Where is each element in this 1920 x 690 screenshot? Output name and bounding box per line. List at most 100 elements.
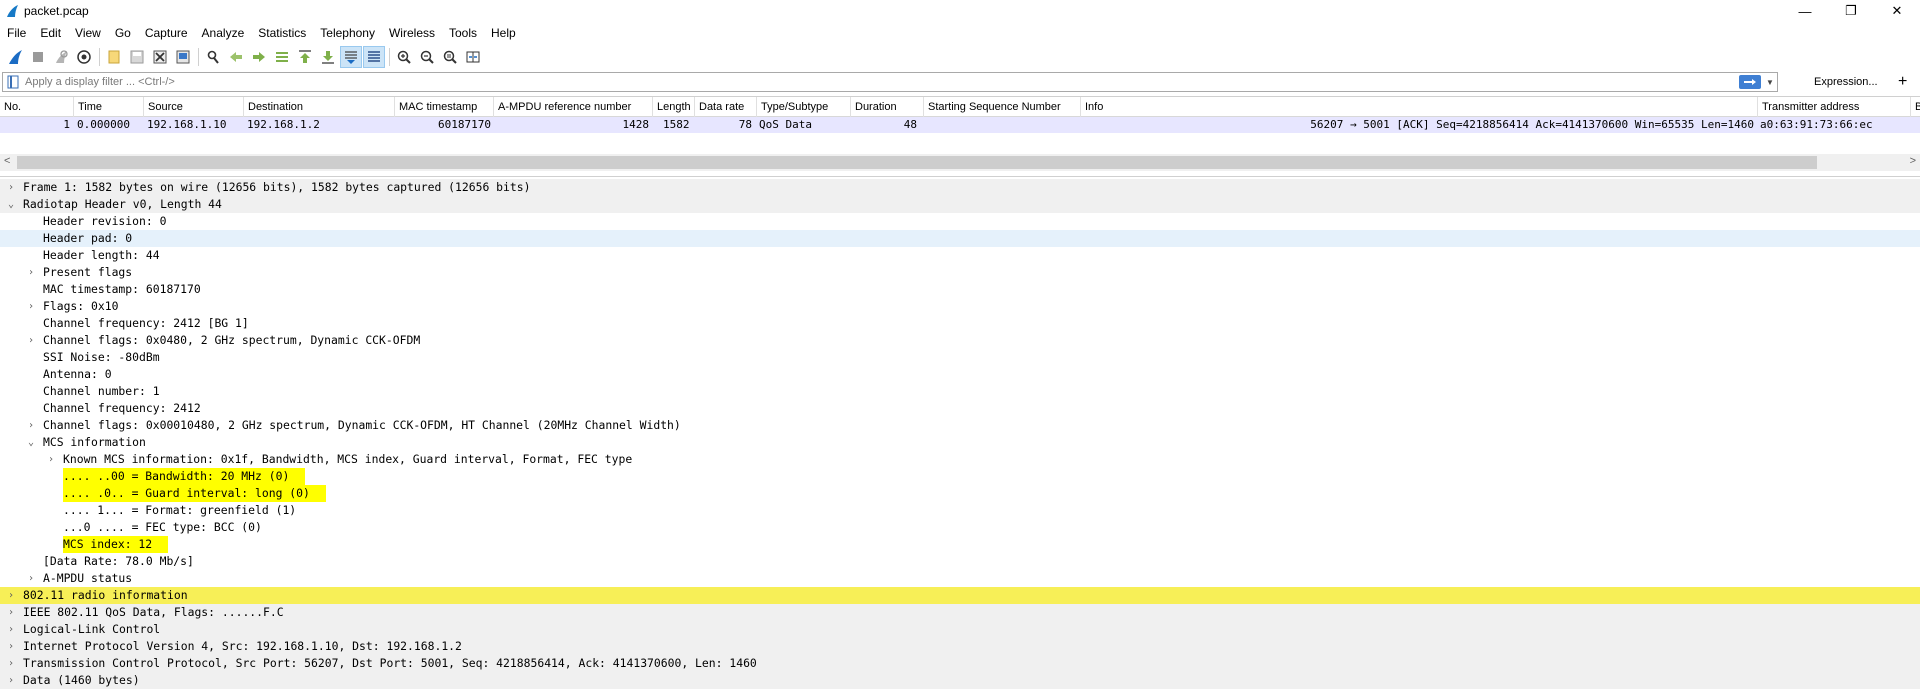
column-header-time[interactable]: Time <box>74 97 144 117</box>
collapsed-chevron-icon[interactable]: › <box>26 264 36 281</box>
save-file-icon[interactable] <box>126 46 148 68</box>
column-header-source[interactable]: Source <box>144 97 244 117</box>
tree-row[interactable]: ⌄ MCS information <box>0 434 1920 451</box>
find-packet-icon[interactable] <box>202 46 224 68</box>
collapsed-chevron-icon[interactable]: › <box>6 179 16 196</box>
tree-row[interactable]: Channel number: 1 <box>0 383 1920 400</box>
tree-row[interactable]: [Data Rate: 78.0 Mb/s] <box>0 553 1920 570</box>
scroll-left-icon[interactable]: < <box>4 155 10 167</box>
tree-row[interactable]: .... 1... = Format: greenfield (1) <box>0 502 1920 519</box>
scroll-right-icon[interactable]: > <box>1910 155 1916 167</box>
tree-row[interactable]: ...0 .... = FEC type: BCC (0) <box>0 519 1920 536</box>
reload-file-icon[interactable] <box>172 46 194 68</box>
filter-dropdown-icon[interactable]: ▼ <box>1765 78 1775 87</box>
scrollbar-thumb[interactable] <box>17 156 1817 169</box>
menu-wireless[interactable]: Wireless <box>382 22 442 44</box>
collapsed-chevron-icon[interactable]: › <box>6 621 16 638</box>
column-header-transmitter[interactable]: Transmitter address <box>1758 97 1911 117</box>
menu-telephony[interactable]: Telephony <box>313 22 382 44</box>
go-last-icon[interactable] <box>317 46 339 68</box>
column-header-destination[interactable]: Destination <box>244 97 395 117</box>
collapsed-chevron-icon[interactable]: › <box>26 298 36 315</box>
tree-row[interactable]: › Known MCS information: 0x1f, Bandwidth,… <box>0 451 1920 468</box>
capture-options-icon[interactable] <box>73 46 95 68</box>
tree-row[interactable]: › Transmission Control Protocol, Src Port… <box>0 655 1920 672</box>
close-file-icon[interactable] <box>149 46 171 68</box>
tree-row[interactable]: › Frame 1: 1582 bytes on wire (12656 bits… <box>0 179 1920 196</box>
expanded-chevron-icon[interactable]: ⌄ <box>26 434 36 451</box>
tree-row[interactable]: SSI Noise: -80dBm <box>0 349 1920 366</box>
zoom-in-icon[interactable] <box>393 46 415 68</box>
expression-button[interactable]: Expression... <box>1814 74 1878 90</box>
column-header-type-subtype[interactable]: Type/Subtype <box>757 97 851 117</box>
menu-view[interactable]: View <box>68 22 108 44</box>
tree-row[interactable]: Channel frequency: 2412 <box>0 400 1920 417</box>
menu-statistics[interactable]: Statistics <box>251 22 313 44</box>
collapsed-chevron-icon[interactable]: › <box>46 451 56 468</box>
collapsed-chevron-icon[interactable]: › <box>26 570 36 587</box>
restart-capture-icon[interactable] <box>50 46 72 68</box>
column-header-length[interactable]: Length <box>653 97 695 117</box>
apply-filter-arrow-icon[interactable] <box>1739 75 1761 89</box>
tree-row[interactable]: › Data (1460 bytes) <box>0 672 1920 689</box>
tree-row[interactable]: › Channel flags: 0x0480, 2 GHz spectrum, … <box>0 332 1920 349</box>
menu-edit[interactable]: Edit <box>33 22 68 44</box>
add-filter-button[interactable]: + <box>1898 72 1907 92</box>
column-header-ampdu-ref[interactable]: A-MPDU reference number <box>494 97 653 117</box>
tree-row[interactable]: › 802.11 radio information <box>0 587 1920 604</box>
tree-row[interactable]: › Flags: 0x10 <box>0 298 1920 315</box>
colorize-icon[interactable] <box>363 46 385 68</box>
minimize-button[interactable]: — <box>1782 0 1828 22</box>
tree-row[interactable]: Antenna: 0 <box>0 366 1920 383</box>
tree-row[interactable]: .... ..00 = Bandwidth: 20 MHz (0) <box>0 468 1920 485</box>
column-header-no[interactable]: No. <box>0 97 74 117</box>
collapsed-chevron-icon[interactable]: › <box>6 655 16 672</box>
tree-row[interactable]: › Internet Protocol Version 4, Src: 192.1… <box>0 638 1920 655</box>
tree-row[interactable]: MAC timestamp: 60187170 <box>0 281 1920 298</box>
column-header-mac-timestamp[interactable]: MAC timestamp <box>395 97 494 117</box>
go-to-packet-icon[interactable] <box>271 46 293 68</box>
tree-row[interactable]: › Channel flags: 0x00010480, 2 GHz spectr… <box>0 417 1920 434</box>
packet-row[interactable]: 1 0.000000 192.168.1.10 192.168.1.2 6018… <box>0 117 1920 133</box>
tree-row[interactable]: Channel frequency: 2412 [BG 1] <box>0 315 1920 332</box>
collapsed-chevron-icon[interactable]: › <box>6 638 16 655</box>
tree-row[interactable]: Header revision: 0 <box>0 213 1920 230</box>
tree-row[interactable]: › A-MPDU status <box>0 570 1920 587</box>
collapsed-chevron-icon[interactable]: › <box>26 417 36 434</box>
tree-row[interactable]: Header pad: 0 <box>0 230 1920 247</box>
expanded-chevron-icon[interactable]: ⌄ <box>6 196 16 213</box>
close-button[interactable]: ✕ <box>1874 0 1920 22</box>
collapsed-chevron-icon[interactable]: › <box>6 672 16 689</box>
go-back-icon[interactable] <box>225 46 247 68</box>
column-header-start-seq[interactable]: Starting Sequence Number <box>924 97 1081 117</box>
open-file-icon[interactable] <box>103 46 125 68</box>
menu-help[interactable]: Help <box>484 22 523 44</box>
menu-go[interactable]: Go <box>108 22 138 44</box>
collapsed-chevron-icon[interactable]: › <box>26 332 36 349</box>
display-filter-input[interactable] <box>23 74 1739 90</box>
maximize-button[interactable]: ❐ <box>1828 0 1874 22</box>
menu-capture[interactable]: Capture <box>138 22 195 44</box>
tree-row[interactable]: › Logical-Link Control <box>0 621 1920 638</box>
go-forward-icon[interactable] <box>248 46 270 68</box>
autoscroll-icon[interactable] <box>340 46 362 68</box>
menu-analyze[interactable]: Analyze <box>195 22 252 44</box>
column-header-duration[interactable]: Duration <box>851 97 924 117</box>
resize-columns-icon[interactable] <box>462 46 484 68</box>
tree-row[interactable]: › IEEE 802.11 QoS Data, Flags: ......F.C <box>0 604 1920 621</box>
column-header-data-rate[interactable]: Data rate <box>695 97 757 117</box>
zoom-out-icon[interactable] <box>416 46 438 68</box>
bookmark-icon[interactable] <box>7 75 19 89</box>
packet-list-hscrollbar[interactable]: < > <box>0 154 1920 171</box>
stop-capture-icon[interactable] <box>27 46 49 68</box>
tree-row[interactable]: MCS index: 12 <box>0 536 1920 553</box>
start-capture-icon[interactable] <box>4 46 26 68</box>
tree-row[interactable]: .... .0.. = Guard interval: long (0) <box>0 485 1920 502</box>
tree-row[interactable]: Header length: 44 <box>0 247 1920 264</box>
column-header-bl[interactable]: Bl <box>1911 97 1920 117</box>
collapsed-chevron-icon[interactable]: › <box>6 587 16 604</box>
column-header-info[interactable]: Info <box>1081 97 1758 117</box>
tree-row[interactable]: › Present flags <box>0 264 1920 281</box>
tree-row[interactable]: ⌄ Radiotap Header v0, Length 44 <box>0 196 1920 213</box>
collapsed-chevron-icon[interactable]: › <box>6 604 16 621</box>
